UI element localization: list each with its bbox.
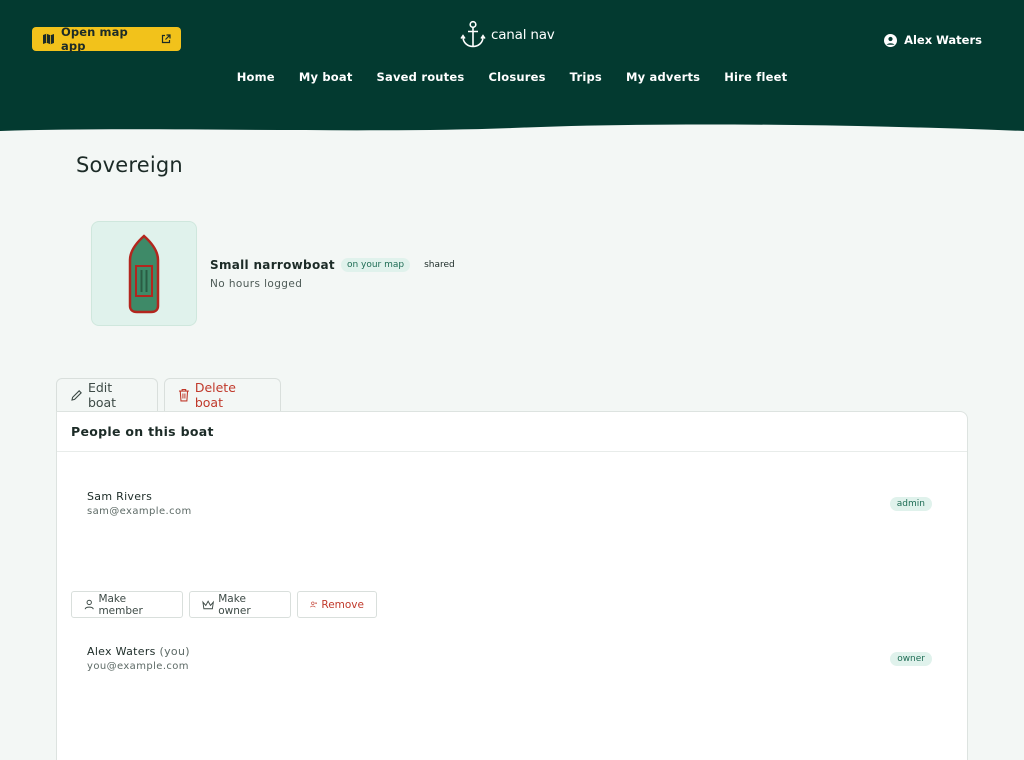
open-map-app-button[interactable]: Open map app	[32, 25, 181, 53]
role-badge-owner: owner	[890, 652, 932, 666]
delete-boat-label: Delete boat	[194, 380, 236, 410]
make-member-button[interactable]: Make member	[71, 591, 183, 618]
map-icon	[43, 33, 54, 45]
nav-hire-fleet[interactable]: Hire fleet	[724, 70, 787, 84]
role-badge-admin: admin	[889, 497, 932, 511]
user-name: Alex Waters	[904, 33, 982, 47]
make-member-label: Make member	[98, 592, 143, 617]
person-email: sam@example.com	[87, 506, 192, 517]
you-indicator: (you)	[159, 645, 190, 658]
user-menu[interactable]: Alex Waters	[884, 33, 982, 47]
anchor-icon	[460, 20, 486, 48]
user-circle-icon	[884, 33, 898, 47]
user-remove-icon	[310, 601, 318, 608]
person-alex-waters: Alex Waters (you) you@example.com	[87, 645, 190, 672]
nav-trips[interactable]: Trips	[570, 70, 602, 84]
logo-text: canal nav	[491, 27, 555, 43]
delete-boat-button[interactable]: Delete boat	[164, 378, 281, 411]
pencil-icon	[71, 389, 82, 401]
person-name: Alex Waters	[87, 645, 156, 658]
people-card: People on this boat Sam Rivers sam@examp…	[56, 411, 968, 760]
boat-info: Small narrowboat on your map shared No h…	[210, 258, 461, 290]
on-map-badge: on your map	[340, 258, 411, 272]
trash-icon	[178, 388, 189, 402]
make-owner-button[interactable]: Make owner	[189, 591, 291, 618]
person-sam-rivers: Sam Rivers sam@example.com	[87, 490, 192, 517]
open-map-app-label: Open map app	[61, 25, 128, 53]
external-link-icon	[161, 34, 171, 44]
main-nav: Home My boat Saved routes Closures Trips…	[0, 70, 1024, 84]
narrowboat-icon	[128, 233, 160, 313]
user-icon	[84, 599, 94, 610]
nav-my-adverts[interactable]: My adverts	[626, 70, 700, 84]
make-owner-label: Make owner	[218, 592, 251, 617]
edit-boat-label: Edit boat	[87, 380, 117, 410]
nav-saved-routes[interactable]: Saved routes	[377, 70, 465, 84]
person-email: you@example.com	[87, 661, 189, 672]
boat-hours: No hours logged	[210, 278, 303, 290]
remove-person-button[interactable]: Remove	[297, 591, 377, 618]
nav-home[interactable]: Home	[237, 70, 275, 84]
header: Open map app canal nav Alex Waters Home …	[0, 0, 1024, 140]
nav-closures[interactable]: Closures	[488, 70, 545, 84]
logo[interactable]: canal nav	[460, 20, 555, 50]
shared-badge: shared	[424, 260, 455, 270]
people-card-title: People on this boat	[57, 412, 967, 452]
remove-label: Remove	[321, 598, 364, 611]
page-title: Sovereign	[76, 153, 183, 177]
crown-icon	[202, 599, 215, 609]
person-name: Sam Rivers	[87, 490, 153, 503]
nav-my-boat[interactable]: My boat	[299, 70, 353, 84]
edit-boat-button[interactable]: Edit boat	[56, 378, 158, 411]
boat-image	[91, 221, 197, 326]
boat-type: Small narrowboat	[210, 258, 335, 272]
